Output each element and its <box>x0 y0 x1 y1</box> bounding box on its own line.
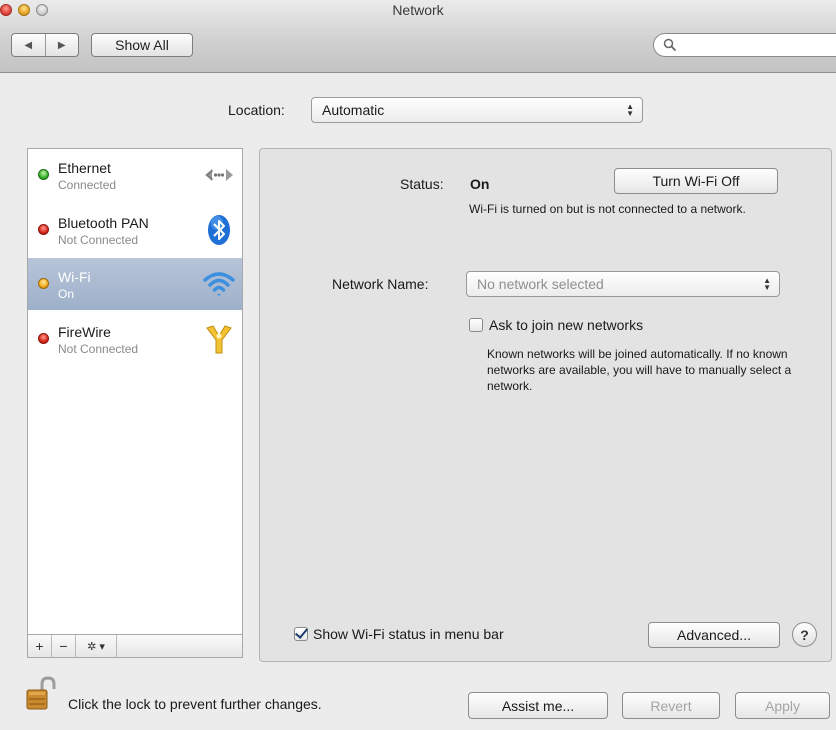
remove-service-button[interactable]: − <box>52 635 76 657</box>
ethernet-icon <box>205 169 233 181</box>
search-field[interactable] <box>653 33 836 57</box>
service-name: Ethernet <box>58 160 111 176</box>
apply-button[interactable]: Apply <box>735 692 830 719</box>
location-popup[interactable]: Automatic ▲ ▼ <box>311 97 643 123</box>
back-forward-control: ◀ ▶ <box>11 33 79 57</box>
firewire-icon <box>206 325 232 354</box>
service-name: Wi-Fi <box>58 269 91 285</box>
service-list-toolbar: + − ✲ ▾ <box>27 634 243 658</box>
service-detail-panel <box>259 148 832 662</box>
network-name-value: No network selected <box>477 276 604 292</box>
ask-to-join-checkbox[interactable] <box>469 318 483 332</box>
turn-wifi-off-button[interactable]: Turn Wi-Fi Off <box>614 168 778 194</box>
service-item-firewire[interactable]: FireWire Not Connected <box>28 313 242 365</box>
revert-button[interactable]: Revert <box>622 692 720 719</box>
service-status: Not Connected <box>58 233 139 247</box>
window-title: Network <box>392 2 444 18</box>
service-item-wifi[interactable]: Wi-Fi On <box>28 258 242 310</box>
service-status: Not Connected <box>58 342 139 356</box>
search-icon <box>663 38 677 52</box>
location-value: Automatic <box>322 102 385 118</box>
forward-button[interactable]: ▶ <box>46 34 79 56</box>
status-dot-icon <box>38 224 49 235</box>
show-wifi-status-label[interactable]: Show Wi-Fi status in menu bar <box>313 626 504 642</box>
ask-to-join-description: Known networks will be joined automatica… <box>487 347 792 393</box>
status-label: Status: <box>400 176 444 192</box>
window-toolbar: Network ◀ ▶ Show All <box>0 0 836 73</box>
service-list: Ethernet Connected Bluetooth PAN Not Con… <box>27 148 243 658</box>
show-wifi-status-checkbox[interactable] <box>294 627 308 641</box>
wifi-icon <box>203 272 235 296</box>
popup-arrows-icon: ▲ ▼ <box>626 102 634 118</box>
service-item-ethernet[interactable]: Ethernet Connected <box>28 149 242 201</box>
status-value: On <box>470 176 490 192</box>
status-description: Wi-Fi is turned on but is not connected … <box>469 202 746 216</box>
service-status: On <box>58 287 75 301</box>
lock-icon[interactable] <box>25 675 57 711</box>
service-name: FireWire <box>58 324 111 340</box>
status-dot-icon <box>38 278 49 289</box>
location-label: Location: <box>228 102 285 118</box>
lock-description: Click the lock to prevent further change… <box>68 696 322 712</box>
ask-to-join-label[interactable]: Ask to join new networks <box>489 317 643 333</box>
service-name: Bluetooth PAN <box>58 215 149 231</box>
network-name-popup[interactable]: No network selected ▲ ▼ <box>466 271 780 297</box>
popup-arrows-icon: ▲ ▼ <box>763 276 771 292</box>
help-button[interactable]: ? <box>792 622 817 647</box>
bluetooth-icon <box>208 215 230 245</box>
assist-me-button[interactable]: Assist me... <box>468 692 608 719</box>
status-dot-icon <box>38 169 49 180</box>
back-button[interactable]: ◀ <box>12 34 46 56</box>
advanced-button[interactable]: Advanced... <box>648 622 780 648</box>
gear-menu-button[interactable]: ✲ ▾ <box>76 635 117 657</box>
network-name-label: Network Name: <box>332 276 429 292</box>
add-service-button[interactable]: + <box>28 635 52 657</box>
service-item-bluetooth-pan[interactable]: Bluetooth PAN Not Connected <box>28 204 242 256</box>
service-status: Connected <box>58 178 117 192</box>
show-all-button[interactable]: Show All <box>91 33 193 57</box>
status-dot-icon <box>38 333 49 344</box>
